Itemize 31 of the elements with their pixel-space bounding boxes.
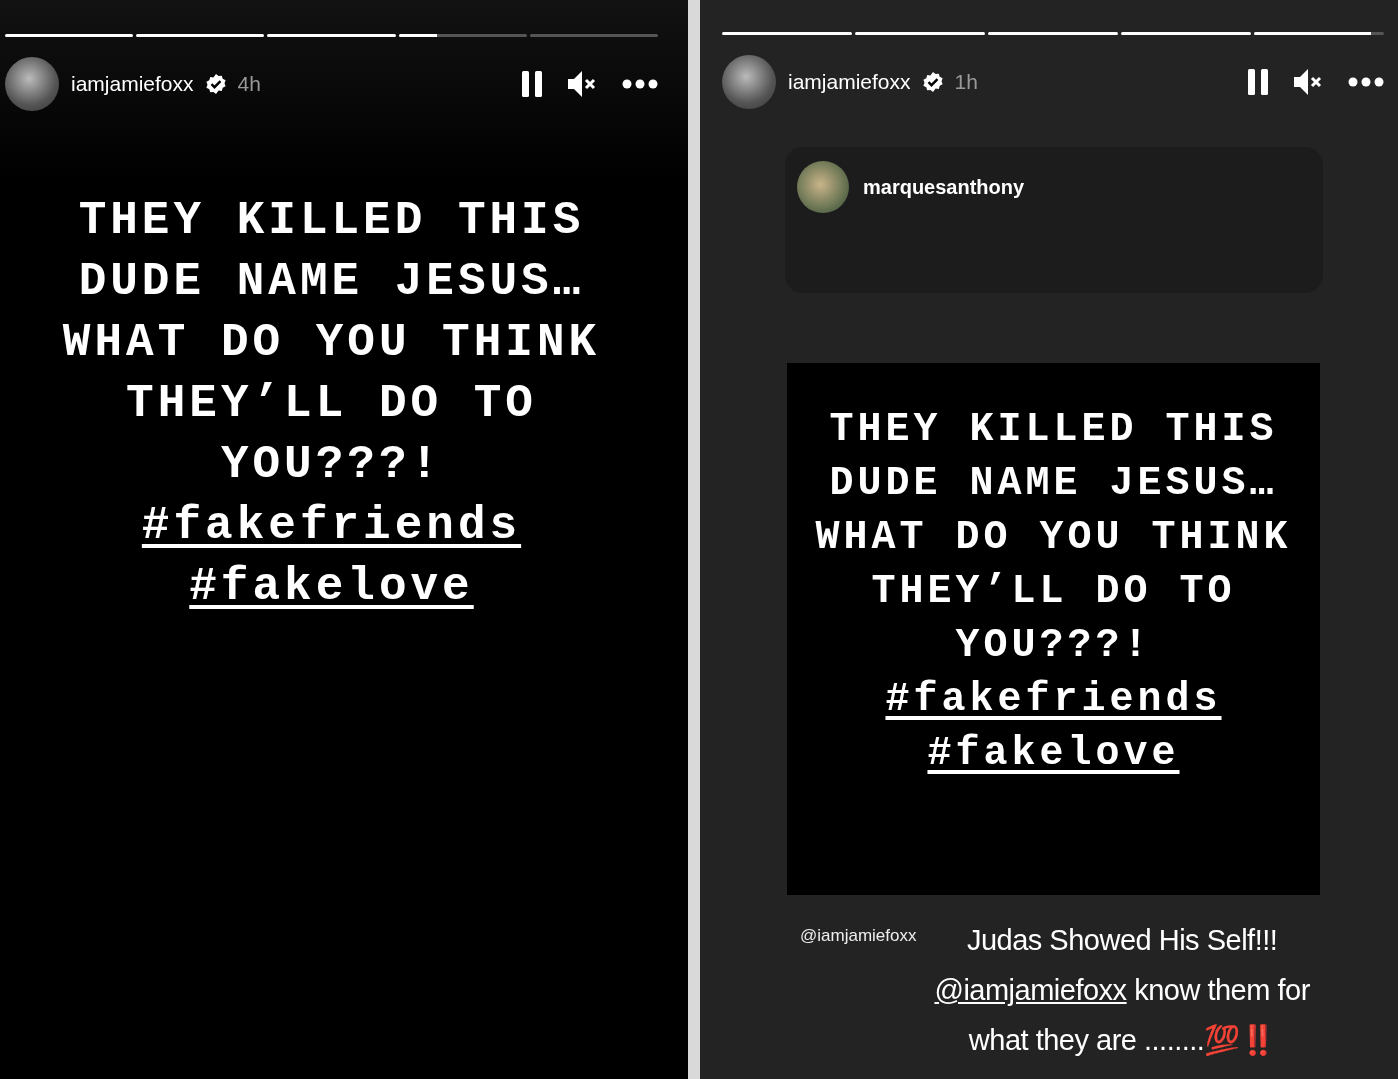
- story-text-line: WHAT DO YOU THINK: [61, 316, 602, 371]
- username[interactable]: iamjamiefoxx: [788, 66, 911, 98]
- story-text-line: THEY’LL DO TO: [125, 377, 538, 432]
- username[interactable]: marquesanthony: [863, 172, 1025, 202]
- avatar[interactable]: [722, 55, 776, 109]
- story-text-line: YOU???!: [954, 622, 1153, 670]
- story-text-line: THEY KILLED THIS: [828, 406, 1279, 454]
- story-text-line: WHAT DO YOU THINK: [814, 514, 1293, 562]
- story-text-line: THEY KILLED THIS: [77, 194, 586, 249]
- caption-text: Judas Showed His Self!!! @iamjamiefoxx know them for what they are ........💯‼: [934, 923, 1310, 1058]
- hashtag-link[interactable]: #fakefriends: [141, 500, 522, 552]
- story-text-line: DUDE NAME JESUS…: [828, 460, 1279, 508]
- more-options-icon[interactable]: [1348, 77, 1384, 87]
- pause-icon[interactable]: [522, 71, 542, 97]
- avatar[interactable]: [5, 57, 59, 111]
- post-time: 4h: [237, 71, 261, 98]
- mute-icon[interactable]: [568, 71, 596, 97]
- avatar[interactable]: [797, 161, 849, 213]
- pause-icon[interactable]: [1248, 69, 1268, 95]
- hashtag-link[interactable]: #fakelove: [927, 731, 1180, 776]
- post-time: 1h: [954, 69, 978, 96]
- story-text-line: YOU???!: [219, 438, 444, 493]
- story-text-line: THEY’LL DO TO: [870, 568, 1237, 616]
- story-text-line: DUDE NAME JESUS…: [77, 255, 586, 310]
- mention-sticker[interactable]: @iamjamiefoxx: [800, 923, 917, 1065]
- hashtag-link[interactable]: #fakelove: [189, 561, 474, 613]
- more-options-icon[interactable]: [622, 79, 658, 89]
- mute-icon[interactable]: [1294, 69, 1322, 95]
- mention-link[interactable]: @iamjamiefoxx: [934, 974, 1127, 1006]
- username[interactable]: iamjamiefoxx: [71, 68, 194, 100]
- hashtag-link[interactable]: #fakefriends: [885, 677, 1222, 722]
